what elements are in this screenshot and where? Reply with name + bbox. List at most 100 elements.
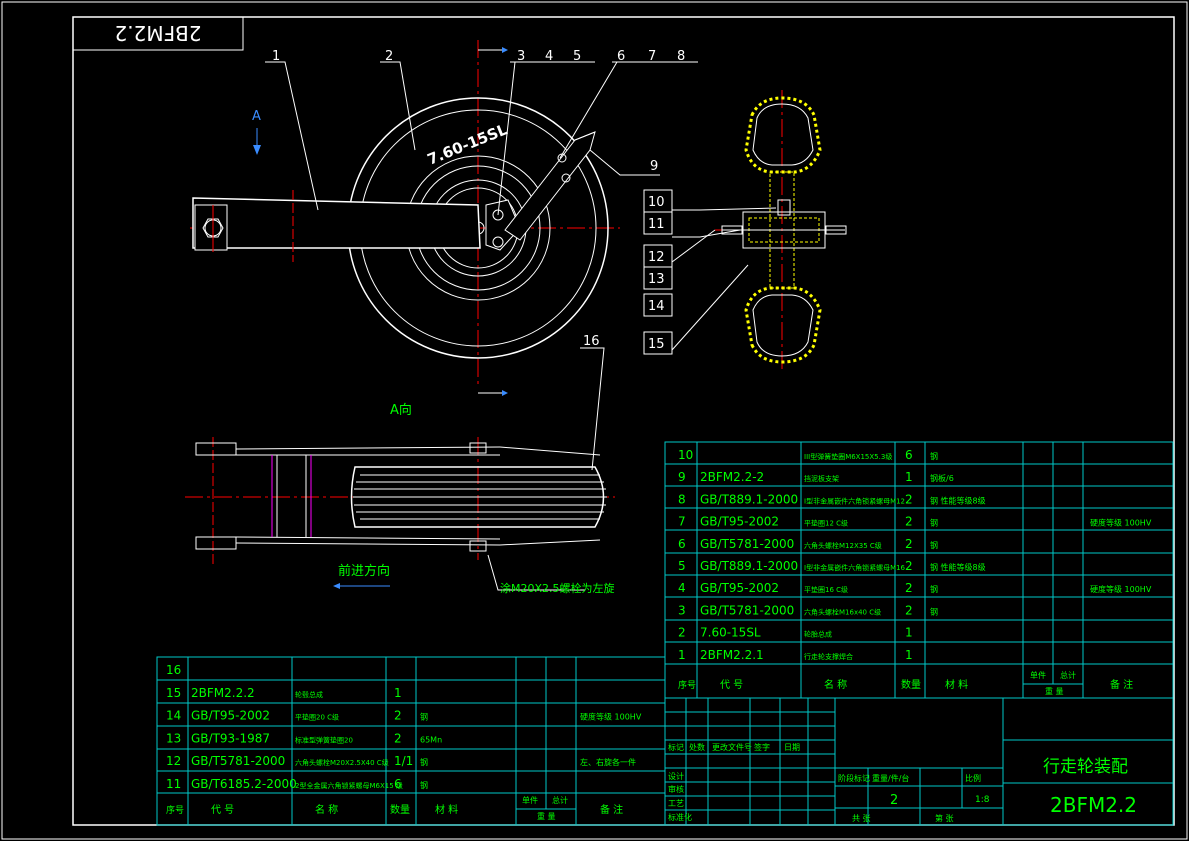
bom-header-total: 总计 [1060,670,1076,680]
bom-header-single: 单件 [522,795,538,805]
bom-cell-material: 钢 [930,451,938,461]
bom-cell-note: 硬度等级 100HV [580,712,642,722]
balloon-10: 10 [648,195,665,210]
bom-header-code: 代 号 [720,679,743,691]
bom-cell-qty: 2 [905,537,913,551]
svg-text:标准化: 标准化 [668,812,692,822]
bom-cell-material: 钢 [420,712,428,722]
bom-cell-code: 2BFM2.2-2 [700,470,764,484]
bom-cell-no: 5 [678,559,686,573]
bom-cell-no: 8 [678,492,686,506]
bom-cell-code: GB/T889.1-2000 [700,492,798,506]
svg-text:日期: 日期 [784,743,800,752]
balloon-8: 8 [677,49,685,64]
bom-cell-name: I型非金属嵌件六角锁紧螺母M16 [804,563,906,572]
scale: 1:8 [975,795,990,805]
bom-cell-note: 左、右旋各一件 [580,757,636,767]
bom-cell-no: 9 [678,470,686,484]
svg-text:审核: 审核 [668,784,684,794]
bom-cell-no: 14 [166,709,181,723]
svg-text:共 张: 共 张 [852,814,871,823]
bom-cell-material: 钢 [420,780,428,790]
bom-cell-no: 6 [678,537,686,551]
bom-header-qty: 数量 [390,803,410,816]
cad-drawing: 2BFM2.2 7.60-15SL A 1 2 3 4 5 6 7 8 9 16… [1,1,1188,840]
bom-cell-name: 六角头螺栓M20X2.5X40 C级 [295,758,389,767]
bom-cell-qty: 6 [394,777,402,791]
bom-cell-material: 钢 [930,606,938,616]
balloon-4: 4 [545,49,553,64]
svg-text:更改文件号: 更改文件号 [712,742,752,752]
sheet-count: 2 [890,793,898,808]
view-label-a: A [252,109,261,124]
svg-text:重量/件/台: 重量/件/台 [872,773,909,783]
balloon-13: 13 [648,272,665,287]
svg-text:签字: 签字 [754,742,770,752]
bom-cell-qty: 6 [905,448,913,462]
bom-cell-no: 1 [678,648,686,662]
front-view: 7.60-15SL A 1 2 3 4 5 6 7 8 9 16 [190,40,698,471]
bom-cell-qty: 1/1 [394,754,413,768]
bom-cell-name: 平垫圈12 C级 [804,519,848,528]
bom-cell-code: 2BFM2.2.2 [191,686,255,700]
view-a-caption: A向 [390,402,412,418]
bom-cell-name: 轮胎总成 [804,630,832,639]
bom-cell-name: 轮毂总成 [295,690,323,699]
bom-cell-material: 钢 性能等级8级 [930,495,986,505]
bom-cell-no: 11 [166,777,181,791]
bom-cell-code: GB/T889.1-2000 [700,559,798,573]
bom-cell-name: 标准型弹簧垫圈20 [295,735,353,744]
bom-cell-name: 2型全金属六角锁紧螺母M6X15 级 [295,781,403,790]
bom-cell-no: 2 [678,626,686,640]
bom-header-total: 总计 [552,795,568,805]
bom-cell-qty: 1 [905,470,913,484]
balloon-14: 14 [648,299,665,314]
bom-header-no: 序号 [166,804,184,816]
bom-cell-code: GB/T6185.2-2000 [191,777,297,791]
bom-cell-code: GB/T95-2002 [700,581,779,595]
bom-cell-name: I型非金属嵌件六角锁紧螺母M12 [804,496,905,505]
balloon-15: 15 [648,337,665,352]
direction-caption: 前进方向 [338,563,390,579]
svg-text:阶段标记: 阶段标记 [838,773,870,783]
balloon-12: 12 [648,250,665,265]
bom-cell-qty: 1 [905,626,913,640]
bom-cell-material: 钢 性能等级8级 [930,562,986,572]
bom-cell-name: 行走轮支撑焊合 [804,652,853,661]
bom-cell-code: GB/T95-2002 [700,515,779,529]
bom-cell-material: 钢 [930,518,938,528]
bom-cell-no: 7 [678,515,686,529]
svg-text:标记: 标记 [668,742,684,752]
svg-text:处数: 处数 [689,742,705,752]
balloon-16: 16 [583,334,600,349]
bom-cell-qty: 2 [905,603,913,617]
bom-cell-name: 六角头螺栓M16x40 C级 [804,607,881,616]
bom-header-code: 代 号 [211,804,234,816]
bom-header-qty: 数量 [901,678,921,691]
bom-header-material: 材 料 [945,678,968,691]
bom-cell-material: 65Mn [420,735,442,744]
bom-cell-note: 硬度等级 100HV [1090,518,1152,528]
svg-text:设计: 设计 [668,771,684,781]
balloon-2: 2 [385,49,393,64]
bom-cell-name: 挡泥板支架 [804,474,839,483]
bom-cell-name: 平垫圈20 C级 [295,713,339,722]
bom-cell-note: 硬度等级 100HV [1090,584,1152,594]
bom-cell-code: GB/T5781-2000 [700,603,794,617]
bom-header-material: 材 料 [435,803,458,816]
svg-text:工艺: 工艺 [668,799,684,808]
bom-header-weight: 重 量 [1045,686,1064,696]
balloon-5: 5 [573,49,581,64]
title-cn: 行走轮装配 [1043,757,1128,777]
balloon-9: 9 [650,159,658,174]
bom-header-note: 备 注 [1110,678,1133,691]
bolt-note: 涂M20X2.5螺栓为左旋 [500,581,615,595]
mirrored-title: 2BFM2.2 [114,21,201,45]
bom-cell-code: GB/T95-2002 [191,709,270,723]
bom-header-no: 序号 [678,679,696,691]
bom-cell-no: 13 [166,731,181,745]
bom-cell-qty: 2 [905,492,913,506]
bom-cell-code: GB/T5781-2000 [700,537,794,551]
bom-cell-no: 4 [678,581,686,595]
tire-marking: 7.60-15SL [425,120,510,168]
